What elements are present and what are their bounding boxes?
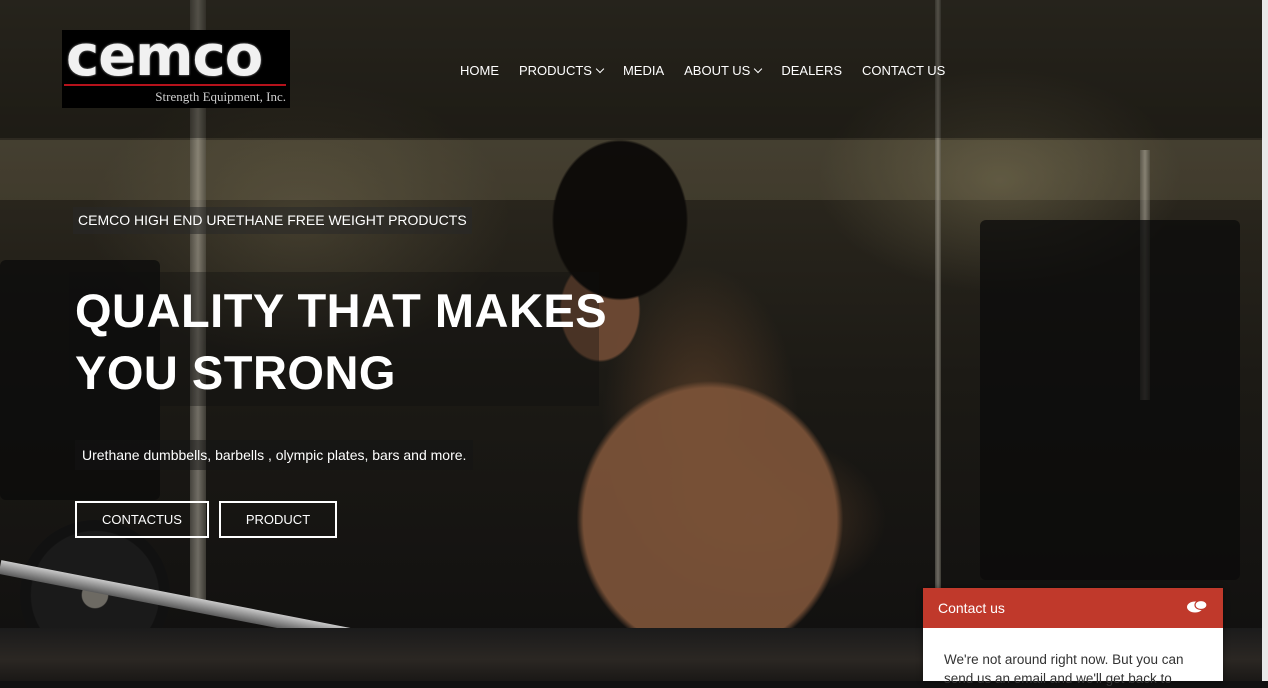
nav-media-label: MEDIA <box>622 63 665 78</box>
contact-us-button-label: CONTACTUS <box>102 512 182 527</box>
contact-chat-widget[interactable]: Contact us We're not around right now. B… <box>923 588 1223 686</box>
chevron-down-icon <box>754 64 763 73</box>
product-button[interactable]: PRODUCT <box>219 501 337 538</box>
widget-title: Contact us <box>938 600 1005 616</box>
nav-dealers[interactable]: DEALERS <box>781 63 842 78</box>
nav-products[interactable]: PRODUCTS <box>519 63 605 78</box>
nav-home[interactable]: HOME <box>460 63 499 78</box>
widget-message: We're not around right now. But you can … <box>944 652 1184 686</box>
nav-contact-us[interactable]: CONTACT US <box>862 63 945 78</box>
logo-wordmark: cemco <box>66 24 263 89</box>
nav-dealers-label: DEALERS <box>781 63 843 78</box>
site-header: cemco Strength Equipment, Inc. HOME PROD… <box>0 0 1262 138</box>
scrollbar-track[interactable] <box>1262 0 1268 681</box>
nav-products-label: PRODUCTS <box>519 63 592 78</box>
headline-line-1: QUALITY THAT MAKES <box>75 284 608 337</box>
main-nav: HOME PRODUCTS MEDIA ABOUT US DEALERS CON… <box>460 63 965 78</box>
contact-us-button[interactable]: CONTACTUS <box>75 501 209 538</box>
hero-subline: Urethane dumbbells, barbells , olympic p… <box>75 440 474 470</box>
logo-underline <box>64 84 286 86</box>
nav-about-us-label: ABOUT US <box>684 63 751 78</box>
hero-eyebrow: CEMCO HIGH END URETHANE FREE WEIGHT PROD… <box>73 207 472 234</box>
nav-media[interactable]: MEDIA <box>623 63 664 78</box>
chat-bubbles-icon <box>1186 599 1208 617</box>
logo-subtitle: Strength Equipment, Inc. <box>155 89 286 104</box>
nav-contact-us-label: CONTACT US <box>862 63 946 78</box>
chevron-down-icon <box>595 64 605 73</box>
gym-machine <box>980 220 1240 580</box>
hero-headline: QUALITY THAT MAKES YOU STRONG <box>75 280 615 404</box>
headline-line-2: YOU STRONG <box>75 346 396 399</box>
product-button-label: PRODUCT <box>245 512 311 527</box>
nav-home-label: HOME <box>460 63 499 78</box>
widget-header[interactable]: Contact us <box>923 588 1223 628</box>
cemco-logo[interactable]: cemco Strength Equipment, Inc. <box>62 24 290 108</box>
nav-about-us[interactable]: ABOUT US <box>684 63 763 78</box>
